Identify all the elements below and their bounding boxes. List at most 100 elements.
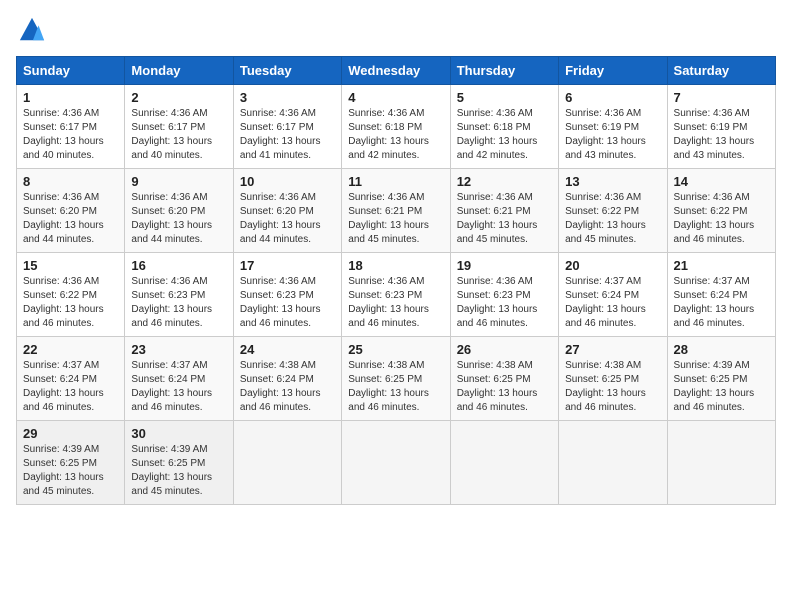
calendar-cell: 5 Sunrise: 4:36 AMSunset: 6:18 PMDaylight… [450, 85, 558, 169]
day-number: 14 [674, 174, 769, 189]
calendar-week-row: 15 Sunrise: 4:36 AMSunset: 6:22 PMDayligh… [17, 253, 776, 337]
calendar-week-row: 1 Sunrise: 4:36 AMSunset: 6:17 PMDaylight… [17, 85, 776, 169]
weekday-header-sunday: Sunday [17, 57, 125, 85]
calendar-cell: 22 Sunrise: 4:37 AMSunset: 6:24 PMDayligh… [17, 337, 125, 421]
day-number: 13 [565, 174, 660, 189]
calendar-cell: 19 Sunrise: 4:36 AMSunset: 6:23 PMDayligh… [450, 253, 558, 337]
calendar-cell: 15 Sunrise: 4:36 AMSunset: 6:22 PMDayligh… [17, 253, 125, 337]
calendar-cell: 17 Sunrise: 4:36 AMSunset: 6:23 PMDayligh… [233, 253, 341, 337]
day-info: Sunrise: 4:36 AMSunset: 6:17 PMDaylight:… [131, 107, 226, 163]
calendar-cell: 18 Sunrise: 4:36 AMSunset: 6:23 PMDayligh… [342, 253, 450, 337]
weekday-header-wednesday: Wednesday [342, 57, 450, 85]
day-info: Sunrise: 4:36 AMSunset: 6:20 PMDaylight:… [240, 191, 335, 247]
calendar-cell [559, 421, 667, 505]
day-info: Sunrise: 4:39 AMSunset: 6:25 PMDaylight:… [674, 359, 769, 415]
calendar-week-row: 22 Sunrise: 4:37 AMSunset: 6:24 PMDayligh… [17, 337, 776, 421]
calendar-cell: 21Sunrise: 4:37 AMSunset: 6:24 PMDayligh… [667, 253, 775, 337]
day-info: Sunrise: 4:39 AMSunset: 6:25 PMDaylight:… [23, 443, 118, 499]
day-number: 8 [23, 174, 118, 189]
day-number: 21 [674, 258, 769, 273]
day-info: Sunrise: 4:36 AMSunset: 6:19 PMDaylight:… [674, 107, 769, 163]
calendar-week-row: 8 Sunrise: 4:36 AMSunset: 6:20 PMDaylight… [17, 169, 776, 253]
day-info: Sunrise: 4:36 AMSunset: 6:23 PMDaylight:… [348, 275, 443, 331]
calendar-cell: 25 Sunrise: 4:38 AMSunset: 6:25 PMDayligh… [342, 337, 450, 421]
logo [16, 16, 46, 44]
weekday-header-friday: Friday [559, 57, 667, 85]
calendar-cell: 12 Sunrise: 4:36 AMSunset: 6:21 PMDayligh… [450, 169, 558, 253]
calendar-cell: 11Sunrise: 4:36 AMSunset: 6:21 PMDayligh… [342, 169, 450, 253]
day-number: 20 [565, 258, 660, 273]
weekday-header-thursday: Thursday [450, 57, 558, 85]
calendar-cell: 26 Sunrise: 4:38 AMSunset: 6:25 PMDayligh… [450, 337, 558, 421]
calendar-cell: 2 Sunrise: 4:36 AMSunset: 6:17 PMDaylight… [125, 85, 233, 169]
day-info: Sunrise: 4:36 AMSunset: 6:23 PMDaylight:… [457, 275, 552, 331]
calendar-week-row: 29Sunrise: 4:39 AMSunset: 6:25 PMDayligh… [17, 421, 776, 505]
day-info: Sunrise: 4:38 AMSunset: 6:25 PMDaylight:… [565, 359, 660, 415]
day-number: 23 [131, 342, 226, 357]
day-number: 22 [23, 342, 118, 357]
page-header [16, 16, 776, 44]
day-number: 26 [457, 342, 552, 357]
calendar-cell [450, 421, 558, 505]
day-number: 1 [23, 90, 118, 105]
day-number: 7 [674, 90, 769, 105]
calendar-cell: 16 Sunrise: 4:36 AMSunset: 6:23 PMDayligh… [125, 253, 233, 337]
day-number: 30 [131, 426, 226, 441]
day-number: 28 [674, 342, 769, 357]
weekday-header-tuesday: Tuesday [233, 57, 341, 85]
day-number: 15 [23, 258, 118, 273]
day-number: 18 [348, 258, 443, 273]
day-info: Sunrise: 4:37 AMSunset: 6:24 PMDaylight:… [23, 359, 118, 415]
calendar-cell: 13 Sunrise: 4:36 AMSunset: 6:22 PMDayligh… [559, 169, 667, 253]
day-number: 3 [240, 90, 335, 105]
day-number: 4 [348, 90, 443, 105]
day-number: 25 [348, 342, 443, 357]
day-info: Sunrise: 4:36 AMSunset: 6:22 PMDaylight:… [674, 191, 769, 247]
day-number: 11 [348, 174, 443, 189]
day-info: Sunrise: 4:37 AMSunset: 6:24 PMDaylight:… [131, 359, 226, 415]
day-info: Sunrise: 4:38 AMSunset: 6:24 PMDaylight:… [240, 359, 335, 415]
calendar-cell: 9 Sunrise: 4:36 AMSunset: 6:20 PMDaylight… [125, 169, 233, 253]
day-info: Sunrise: 4:39 AMSunset: 6:25 PMDaylight:… [131, 443, 226, 499]
day-number: 6 [565, 90, 660, 105]
day-number: 12 [457, 174, 552, 189]
calendar-cell [342, 421, 450, 505]
calendar-cell: 8Sunrise: 4:36 AMSunset: 6:20 PMDaylight… [17, 169, 125, 253]
calendar-cell: 24Sunrise: 4:38 AMSunset: 6:24 PMDayligh… [233, 337, 341, 421]
day-number: 2 [131, 90, 226, 105]
logo-icon [18, 16, 46, 44]
calendar-cell: 20 Sunrise: 4:37 AMSunset: 6:24 PMDayligh… [559, 253, 667, 337]
day-info: Sunrise: 4:36 AMSunset: 6:18 PMDaylight:… [348, 107, 443, 163]
day-info: Sunrise: 4:36 AMSunset: 6:21 PMDaylight:… [457, 191, 552, 247]
day-info: Sunrise: 4:36 AMSunset: 6:19 PMDaylight:… [565, 107, 660, 163]
day-number: 17 [240, 258, 335, 273]
day-info: Sunrise: 4:36 AMSunset: 6:18 PMDaylight:… [457, 107, 552, 163]
calendar-cell: 7 Sunrise: 4:36 AMSunset: 6:19 PMDaylight… [667, 85, 775, 169]
calendar-cell: 30 Sunrise: 4:39 AMSunset: 6:25 PMDayligh… [125, 421, 233, 505]
calendar-cell: 14 Sunrise: 4:36 AMSunset: 6:22 PMDayligh… [667, 169, 775, 253]
day-number: 19 [457, 258, 552, 273]
day-info: Sunrise: 4:36 AMSunset: 6:23 PMDaylight:… [240, 275, 335, 331]
day-number: 9 [131, 174, 226, 189]
calendar-cell: 6 Sunrise: 4:36 AMSunset: 6:19 PMDaylight… [559, 85, 667, 169]
calendar-cell: 1 Sunrise: 4:36 AMSunset: 6:17 PMDaylight… [17, 85, 125, 169]
calendar-cell: 29Sunrise: 4:39 AMSunset: 6:25 PMDayligh… [17, 421, 125, 505]
calendar-table: SundayMondayTuesdayWednesdayThursdayFrid… [16, 56, 776, 505]
day-number: 10 [240, 174, 335, 189]
day-info: Sunrise: 4:36 AMSunset: 6:22 PMDaylight:… [23, 275, 118, 331]
day-number: 5 [457, 90, 552, 105]
day-info: Sunrise: 4:37 AMSunset: 6:24 PMDaylight:… [565, 275, 660, 331]
day-info: Sunrise: 4:36 AMSunset: 6:17 PMDaylight:… [240, 107, 335, 163]
day-info: Sunrise: 4:36 AMSunset: 6:17 PMDaylight:… [23, 107, 118, 163]
day-info: Sunrise: 4:38 AMSunset: 6:25 PMDaylight:… [457, 359, 552, 415]
day-info: Sunrise: 4:38 AMSunset: 6:25 PMDaylight:… [348, 359, 443, 415]
calendar-header-row: SundayMondayTuesdayWednesdayThursdayFrid… [17, 57, 776, 85]
calendar-cell [667, 421, 775, 505]
calendar-cell [233, 421, 341, 505]
day-info: Sunrise: 4:36 AMSunset: 6:22 PMDaylight:… [565, 191, 660, 247]
day-info: Sunrise: 4:36 AMSunset: 6:20 PMDaylight:… [131, 191, 226, 247]
calendar-cell: 28 Sunrise: 4:39 AMSunset: 6:25 PMDayligh… [667, 337, 775, 421]
calendar-cell: 3 Sunrise: 4:36 AMSunset: 6:17 PMDaylight… [233, 85, 341, 169]
day-info: Sunrise: 4:36 AMSunset: 6:23 PMDaylight:… [131, 275, 226, 331]
day-number: 16 [131, 258, 226, 273]
